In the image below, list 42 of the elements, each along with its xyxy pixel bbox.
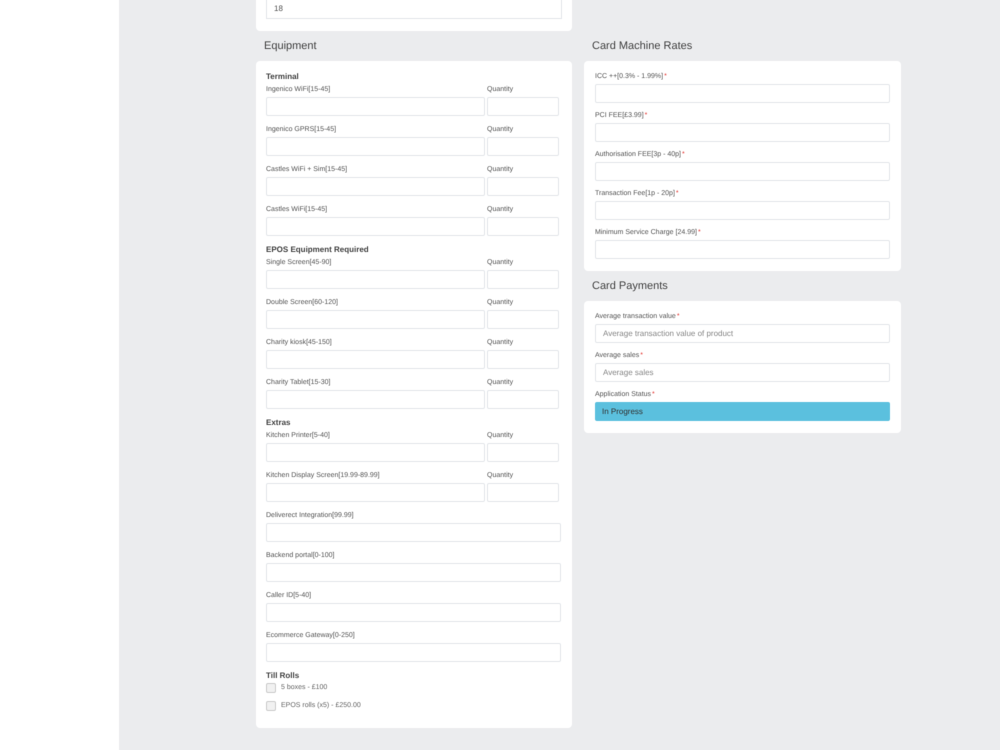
input-field[interactable] xyxy=(266,270,485,289)
input-field[interactable] xyxy=(266,483,485,502)
quantity-field[interactable] xyxy=(487,443,559,462)
input-field[interactable] xyxy=(266,563,561,582)
quantity-field[interactable] xyxy=(487,217,559,236)
input-field[interactable] xyxy=(266,350,485,369)
quantity-field[interactable] xyxy=(487,350,559,369)
status-select[interactable]: In Progress xyxy=(595,402,890,421)
group-heading: Till Rolls xyxy=(266,670,300,682)
input-field[interactable] xyxy=(266,177,485,196)
quantity-field[interactable] xyxy=(487,97,559,116)
input-field[interactable] xyxy=(595,201,890,220)
input-field[interactable] xyxy=(595,84,890,103)
input-field[interactable] xyxy=(266,643,561,662)
section-title: Card Payments xyxy=(591,278,669,294)
input-field[interactable] xyxy=(595,162,890,181)
input-field[interactable] xyxy=(266,523,561,542)
checkbox[interactable] xyxy=(266,700,276,711)
input-field[interactable] xyxy=(266,603,561,622)
input-field[interactable] xyxy=(266,310,485,329)
input-field[interactable]: Average sales xyxy=(595,363,890,382)
quantity-field[interactable] xyxy=(487,310,559,329)
input-field[interactable]: Average transaction value of product xyxy=(595,324,890,343)
checkbox[interactable] xyxy=(266,683,276,694)
group-heading: Terminal xyxy=(266,71,299,83)
group-heading: Extras xyxy=(266,417,290,429)
input-field[interactable] xyxy=(266,97,485,116)
quantity-field[interactable] xyxy=(487,270,559,289)
quantity-field[interactable] xyxy=(487,390,559,409)
quantity-field[interactable] xyxy=(487,483,559,502)
input-field[interactable] xyxy=(266,390,485,409)
quantity-field[interactable] xyxy=(487,137,559,156)
input-field[interactable] xyxy=(266,217,485,236)
group-heading: EPOS Equipment Required xyxy=(266,244,369,256)
input-field[interactable] xyxy=(595,240,890,259)
input-field[interactable] xyxy=(266,137,485,156)
section-title: Equipment xyxy=(263,38,318,54)
quantity-field[interactable] xyxy=(487,177,559,196)
input-field[interactable] xyxy=(266,443,485,462)
input-field[interactable] xyxy=(595,123,890,142)
input-field[interactable]: 18 xyxy=(266,0,562,19)
section-title: Card Machine Rates xyxy=(591,38,694,54)
